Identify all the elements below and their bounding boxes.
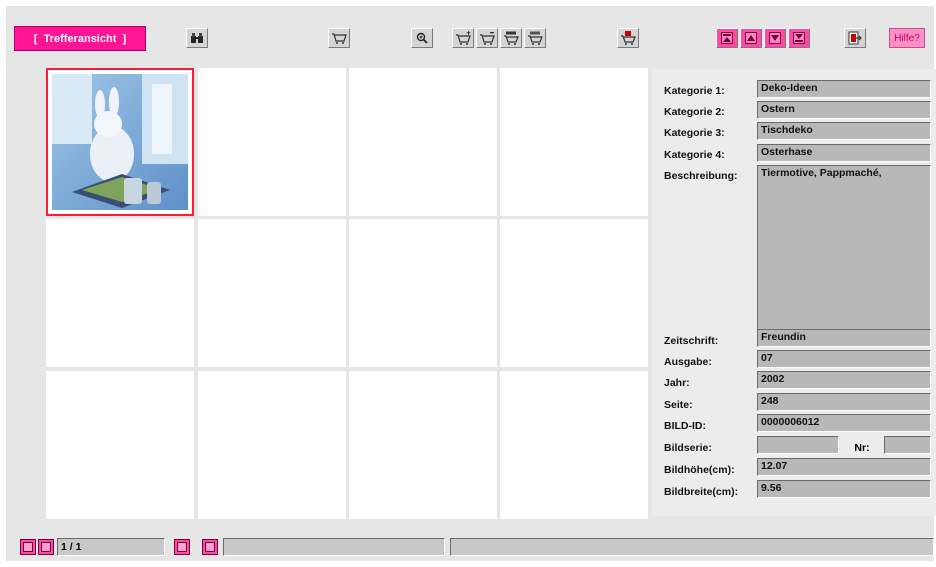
page-indicator: 1 / 1 [57,538,165,556]
status-first-button[interactable] [20,539,36,555]
nr-field [884,436,931,454]
grid-cell-12[interactable] [500,371,648,519]
zoom-button[interactable] [411,28,433,48]
bildhoehe-label: Bildhöhe(cm): [664,464,735,476]
grid-cell-4[interactable] [500,68,648,216]
remove-all-from-cart-button[interactable] [524,28,546,48]
kategorie4-label: Kategorie 4: [664,149,725,161]
kategorie2-field: Ostern [757,101,931,119]
next-record-button[interactable] [764,28,786,48]
bild-id-label: BILD-ID: [664,420,706,432]
previous-record-button[interactable] [740,28,762,48]
svg-text:+: + [466,31,471,37]
nr-label: Nr: [854,442,870,454]
remove-from-cart-button[interactable] [476,28,498,48]
add-all-to-cart-button[interactable] [500,28,522,48]
kategorie4-field: Osterhase [757,144,931,162]
first-page-icon [721,32,733,44]
results-view-button[interactable]: [ Trefferansicht ] [14,26,146,51]
first-page-icon [23,542,33,552]
kategorie1-field: Deko-Ideen [757,80,931,98]
magnify-icon [416,32,428,44]
status-last-button[interactable] [202,539,218,555]
beschreibung-label: Beschreibung: [664,170,738,182]
grid-cell-1[interactable] [46,68,194,216]
next-icon [177,542,187,552]
exit-icon [848,31,862,45]
cart-remove-icon [480,32,495,45]
next-icon [769,32,781,44]
grid-cell-7[interactable] [349,219,497,367]
previous-icon [41,542,51,552]
help-label: Hilfe? [894,32,920,44]
ausgabe-label: Ausgabe: [664,356,712,368]
status-bar: 1 / 1 [6,527,934,561]
bildserie-label: Bildserie: [664,442,712,454]
results-view-label: [ Trefferansicht ] [33,32,127,45]
help-button[interactable]: Hilfe? [889,28,925,48]
kategorie3-label: Kategorie 3: [664,127,725,139]
binoculars-icon [191,33,203,43]
ausgabe-field: 07 [757,350,931,368]
bildbreite-label: Bildbreite(cm): [664,486,739,498]
grid-cell-2[interactable] [198,68,346,216]
results-grid [40,64,648,524]
last-page-icon [793,32,805,44]
bildbreite-field: 9.56 [757,480,931,498]
cart-add-all-icon [504,31,519,45]
jahr-field: 2002 [757,371,931,389]
app-window: [ Trefferansicht ] + Hilfe? Kategorie 1:… [0,0,936,567]
status-next-button[interactable] [174,539,190,555]
bildserie-field [757,436,839,454]
grid-cell-10[interactable] [198,371,346,519]
search-button[interactable] [186,28,208,48]
cart-remove-all-icon [528,31,543,45]
zeitschrift-field: Freundin [757,329,931,347]
grid-cell-11[interactable] [349,371,497,519]
status-info [450,538,934,556]
status-previous-button[interactable] [38,539,54,555]
previous-icon [745,32,757,44]
grid-cell-5[interactable] [46,219,194,367]
grid-cell-6[interactable] [198,219,346,367]
cart-button[interactable] [328,28,350,48]
add-to-cart-button[interactable]: + [452,28,474,48]
grid-cell-8[interactable] [500,219,648,367]
exit-button[interactable] [844,28,866,48]
kategorie2-label: Kategorie 2: [664,106,725,118]
checkout-button[interactable] [617,28,639,48]
result-thumbnail[interactable] [52,74,188,210]
bildhoehe-field: 12.07 [757,458,931,476]
cart-icon [332,33,347,44]
bild-id-field: 0000006012 [757,414,931,432]
jahr-label: Jahr: [664,377,690,389]
beschreibung-field: Tiermotive, Pappmaché, [757,165,931,331]
first-record-button[interactable] [716,28,738,48]
cart-add-icon: + [456,31,471,45]
status-message [223,538,445,556]
seite-label: Seite: [664,399,693,411]
last-page-icon [205,542,215,552]
kategorie1-label: Kategorie 1: [664,85,725,97]
kategorie3-field: Tischdeko [757,122,931,140]
details-panel: Kategorie 1: Deko-Ideen Kategorie 2: Ost… [652,69,936,516]
zeitschrift-label: Zeitschrift: [664,335,719,347]
last-record-button[interactable] [788,28,810,48]
seite-field: 248 [757,393,931,411]
cart-checkout-icon [621,31,636,45]
grid-cell-9[interactable] [46,371,194,519]
grid-cell-3[interactable] [349,68,497,216]
